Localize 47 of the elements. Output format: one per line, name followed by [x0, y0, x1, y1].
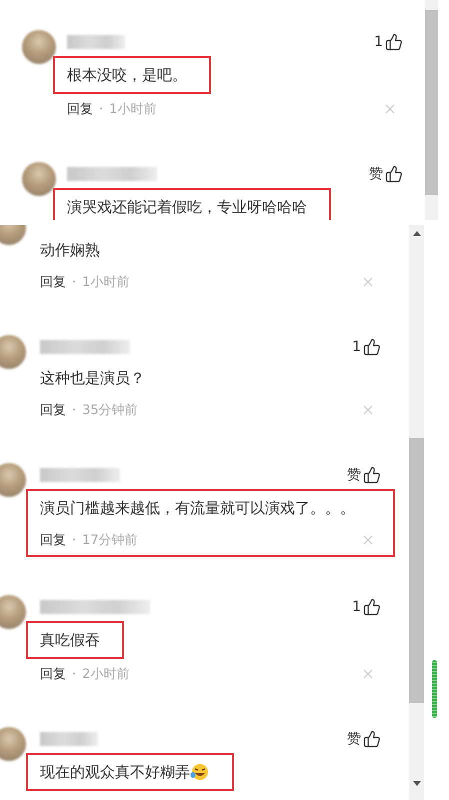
separator-dot: ·: [72, 402, 76, 418]
reply-link[interactable]: 回复: [67, 100, 93, 118]
reply-link[interactable]: 回复: [40, 401, 66, 419]
comment-time: 17分钟前: [82, 532, 138, 549]
like-count: 1: [374, 34, 383, 50]
like-count: 1: [352, 339, 361, 355]
avatar-icon: [22, 30, 56, 64]
scrollbar[interactable]: [409, 225, 424, 800]
scroll-marker: [432, 660, 437, 718]
comment-time: 1小时前: [82, 274, 130, 291]
reply-link[interactable]: 回复: [40, 273, 66, 291]
thumbs-up-icon[interactable]: [363, 598, 381, 616]
avatar-icon: [0, 463, 26, 497]
avatar-icon: [22, 162, 56, 196]
separator-dot: ·: [72, 532, 76, 548]
thumbs-up-icon[interactable]: [385, 165, 403, 183]
comment-time: 35分钟前: [82, 402, 138, 419]
thumbs-up-icon[interactable]: [363, 466, 381, 484]
thumbs-up-icon[interactable]: [363, 730, 381, 748]
comment-time: 1小时前: [109, 101, 156, 118]
comment-time: 2小时前: [82, 666, 130, 683]
thumbs-up-icon[interactable]: [363, 338, 381, 356]
comment-text: 演哭戏还能记着假吃，专业呀哈哈哈: [67, 198, 307, 216]
comment-text: 演员门槛越来越低，有流量就可以演戏了。。。: [40, 498, 355, 518]
scroll-up-icon[interactable]: [412, 231, 420, 236]
comment-text: 根本没咬，是吧。: [67, 66, 187, 84]
avatar-icon: [0, 595, 26, 629]
thumbs-up-icon[interactable]: [385, 33, 403, 51]
scrollbar[interactable]: [425, 0, 438, 220]
scroll-down-icon[interactable]: [412, 781, 420, 786]
comment-text: 现在的观众真不好糊弄: [40, 762, 210, 782]
like-count: 1: [352, 599, 361, 615]
comment-text: 真吃假吞: [40, 630, 100, 650]
like-count: 赞: [347, 466, 361, 484]
reply-link[interactable]: 回复: [40, 665, 66, 683]
blurred-name: [40, 732, 98, 746]
blurred-name: [67, 35, 125, 49]
like-count: 赞: [347, 730, 361, 748]
comment-text: 动作娴熟: [40, 240, 100, 260]
separator-dot: ·: [72, 666, 76, 682]
comment-text: 这种也是演员？: [40, 368, 145, 388]
avatar-icon: [0, 335, 26, 369]
separator-dot: ·: [99, 102, 104, 116]
separator-dot: ·: [72, 274, 76, 290]
like-count: 赞: [369, 165, 383, 183]
reply-link[interactable]: 回复: [40, 531, 66, 549]
avatar-icon: [0, 727, 26, 761]
